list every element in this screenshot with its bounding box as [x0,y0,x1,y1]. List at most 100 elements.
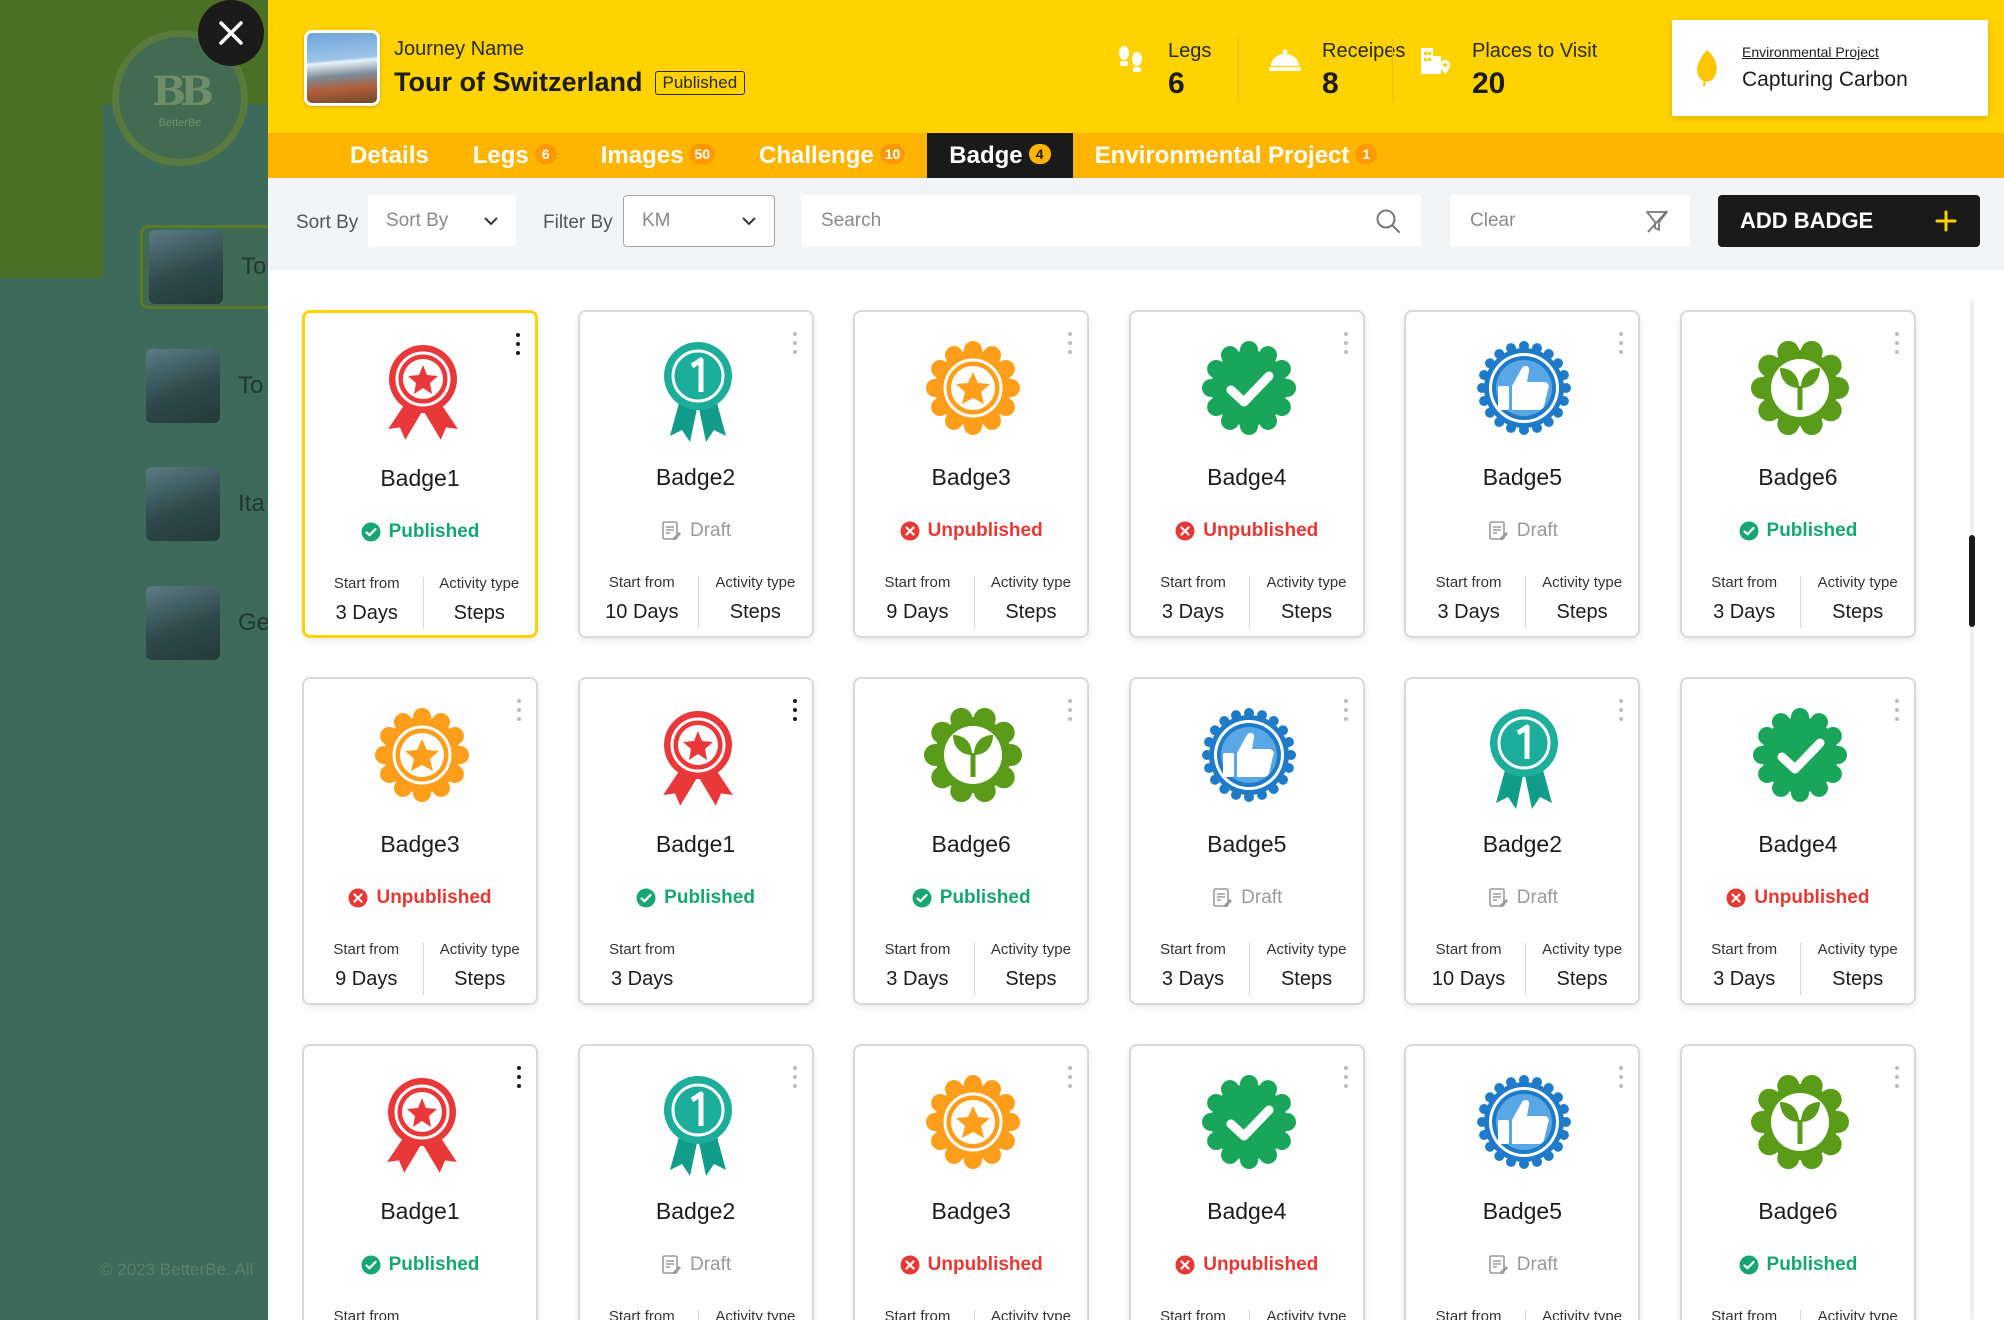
activity-type-column: Activity type Steps [699,574,812,628]
seal-check-icon [1199,338,1299,444]
activity-type-label: Activity type [1542,1308,1623,1320]
tab-label: Badge [949,141,1023,169]
more-options-icon[interactable] [1618,332,1624,354]
start-from-column: Start from [304,1308,423,1320]
seal-star-icon [923,1072,1023,1178]
badge-card[interactable]: Badge6 Published Start from 3 Days Activ… [1679,310,1916,638]
scrollbar-track[interactable] [1970,300,1974,1320]
more-options-icon[interactable] [1343,1066,1349,1088]
start-from-column: Start from [580,1308,699,1320]
badge-card[interactable]: Badge4 Unpublished Start from 3 Days Act… [1679,677,1916,1005]
start-from-label: Start from [1711,574,1778,591]
activity-type-column: Activity type [699,1308,812,1320]
badge-card[interactable]: Badge3 Unpublished Start from Activity t… [853,1044,1090,1320]
badge-card[interactable]: Badge2 Draft Start from 10 Days Activity… [1404,677,1641,1005]
badge-status: Unpublished [1682,887,1914,909]
start-from-label: Start from [333,941,400,958]
more-options-icon[interactable] [1067,1066,1073,1088]
badge-info: Start from 3 Days Activity type Steps [305,575,535,629]
more-options-icon[interactable] [1067,699,1073,721]
activity-type-value: Steps [453,602,505,624]
more-options-icon[interactable] [792,1066,798,1088]
activity-type-column: Activity type Steps [1526,941,1639,995]
more-options-icon[interactable] [516,1066,522,1088]
rosette-star-icon [373,339,473,447]
filter-select[interactable]: KM [623,195,775,247]
badge-status: Draft [1406,1254,1638,1276]
tab-legs[interactable]: Legs 6 [451,133,579,178]
badge-info: Start from 9 Days Activity type Steps [855,574,1087,628]
activity-type-column: Activity type Steps [975,574,1088,628]
start-from-label: Start from [333,575,400,592]
activity-type-label: Activity type [1542,574,1623,591]
more-options-icon[interactable] [1618,699,1624,721]
buildings-pin-icon [1421,48,1450,74]
badge-card[interactable]: Badge4 Unpublished Start from Activity t… [1128,1044,1365,1320]
tab-details[interactable]: Details [328,133,451,178]
badge-name: Badge6 [1758,464,1838,490]
more-options-icon[interactable] [792,699,798,721]
badge-card[interactable]: Badge6 Published Start from Activity typ… [1679,1044,1916,1320]
more-options-icon[interactable] [515,333,521,355]
tab-challenge[interactable]: Challenge 10 [737,133,927,178]
badge-card[interactable]: Badge1 Published Start from 3 Days Activ… [302,310,538,638]
journey-title: Tour of Switzerland [394,67,643,97]
more-options-icon[interactable] [516,699,522,721]
filter-label: Filter By [543,212,613,233]
start-from-column: Start from 9 Days [304,941,423,995]
tab-badge[interactable]: Badge 4 [927,133,1073,178]
badge-status-text: Published [664,887,755,908]
tab-images[interactable]: Images 50 [579,133,737,178]
more-options-icon[interactable] [792,332,798,354]
more-options-icon[interactable] [1343,699,1349,721]
activity-type-column: Activity type Steps [1801,574,1914,628]
activity-type-value: Steps [1832,968,1884,990]
badge-card[interactable]: Badge2 Draft Start from Activity type [577,1044,814,1320]
x-circle-icon [1726,888,1746,908]
more-options-icon[interactable] [1894,699,1900,721]
badge-card[interactable]: Badge4 Unpublished Start from 3 Days Act… [1128,310,1365,638]
sort-select[interactable]: Sort By [368,195,516,247]
badge-card[interactable]: Badge6 Published Start from 3 Days Activ… [853,677,1090,1005]
badge-card[interactable]: Badge3 Unpublished Start from 9 Days Act… [853,310,1090,638]
badge-status-text: Unpublished [927,520,1043,541]
check-circle-icon [1739,521,1759,541]
activity-type-value: Steps [1005,968,1057,990]
more-options-icon[interactable] [1618,1066,1624,1088]
scrollbar-thumb[interactable] [1969,535,1975,627]
badge-info: Start from 3 Days Activity type Steps [1682,941,1914,995]
badge-card[interactable]: Badge5 Draft Start from Activity type [1404,1044,1641,1320]
stat-value: 6 [1168,67,1185,100]
badge-card[interactable]: Badge2 Draft Start from 10 Days Activity… [577,310,814,638]
start-from-label: Start from [884,1308,951,1320]
badge-card[interactable]: Badge5 Draft Start from 3 Days Activity … [1128,677,1365,1005]
more-options-icon[interactable] [1343,332,1349,354]
more-options-icon[interactable] [1894,1066,1900,1088]
close-button[interactable] [198,0,264,66]
badge-card[interactable]: Badge5 Draft Start from 3 Days Activity … [1404,310,1641,638]
start-from-value: 10 Days [1431,968,1506,990]
tab-count-badge: 4 [1028,143,1051,164]
clear-filters-button[interactable]: Clear [1450,195,1690,247]
stat-divider [1238,38,1239,102]
tab-environmental-project[interactable]: Environmental Project 1 [1073,133,1400,178]
badge-card[interactable]: Badge3 Unpublished Start from 9 Days Act… [302,677,538,1005]
environmental-project-card[interactable]: Environmental Project Capturing Carbon [1672,20,1988,116]
activity-type-column: Activity type Steps [1801,941,1914,995]
start-from-column: Start from 3 Days [1131,574,1250,628]
env-project-label[interactable]: Environmental Project [1742,44,1908,60]
add-badge-button[interactable]: ADD BADGE [1718,195,1980,247]
badge-card[interactable]: Badge1 Published Start from [302,1044,538,1320]
badge-card[interactable]: Badge1 Published Start from 3 Days [577,677,814,1005]
seal-sprout-icon [923,705,1023,811]
start-from-value: 9 Days [335,968,398,990]
activity-type-label: Activity type [990,941,1071,958]
badge-status: Published [855,887,1087,909]
more-options-icon[interactable] [1894,332,1900,354]
add-badge-label: ADD BADGE [1740,208,1874,233]
more-options-icon[interactable] [1067,332,1073,354]
activity-type-column: Activity type Steps [424,941,537,995]
badge-info: Start from Activity type [1682,1308,1914,1320]
badge-name: Badge5 [1482,1198,1563,1224]
search-input[interactable]: Search [801,195,1421,247]
